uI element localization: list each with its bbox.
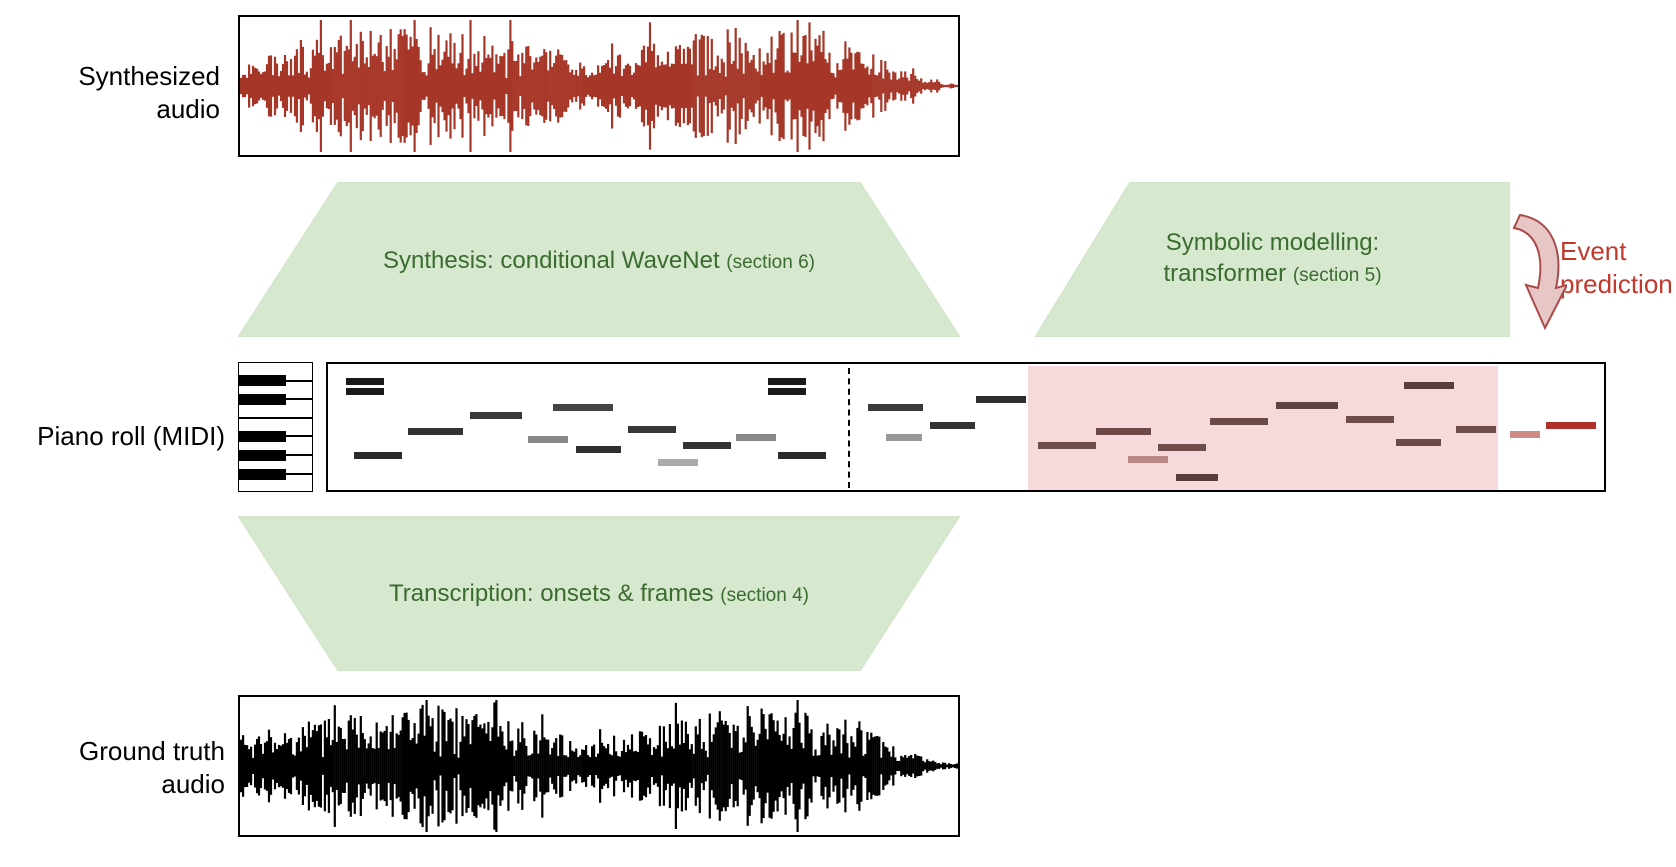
midi-note [408,428,463,435]
midi-note [628,426,676,433]
synthesized-audio-box [238,15,960,157]
midi-note [528,436,568,443]
midi-note [576,446,621,453]
midi-note [930,422,975,429]
midi-note [1176,474,1218,481]
midi-note [1128,456,1168,463]
label-synthesized-audio: Synthesized audio [40,60,220,125]
midi-note [470,412,522,419]
midi-note [346,378,384,385]
midi-note [354,452,402,459]
midi-note [886,434,922,441]
ground-truth-audio-box [238,695,960,837]
midi-note [976,396,1026,403]
midi-note [1456,426,1496,433]
transcription-block-label: Transcription: onsets & frames (section … [238,578,960,609]
midi-note [1510,431,1540,438]
label-piano-roll: Piano roll (MIDI) [15,420,225,453]
midi-note [346,388,384,395]
midi-note [1096,428,1151,435]
label-ground-truth: Ground truth audio [35,735,225,800]
midi-note [1158,444,1206,451]
midi-note [1396,439,1441,446]
midi-note [1404,382,1454,389]
midi-note [658,459,698,466]
label-event-prediction: Event prediction [1560,235,1676,300]
midi-note [768,388,806,395]
midi-note [1210,418,1268,425]
midi-note [1346,416,1394,423]
piano-roll-box [326,362,1606,492]
event-prediction-arrow-icon [1512,210,1567,330]
synthesis-block-label: Synthesis: conditional WaveNet (section … [238,245,960,276]
midi-note [736,434,776,441]
piano-keyboard-icon [238,362,313,492]
midi-note [868,404,923,411]
symbolic-block-label: Symbolic modelling: transformer (section… [1035,227,1510,289]
midi-note [768,378,806,385]
midi-note [778,452,826,459]
midi-note [1276,402,1338,409]
piano-roll-divider [848,368,850,488]
midi-note [553,404,613,411]
midi-note [1038,442,1096,449]
midi-note [1546,422,1596,429]
midi-note [683,442,731,449]
